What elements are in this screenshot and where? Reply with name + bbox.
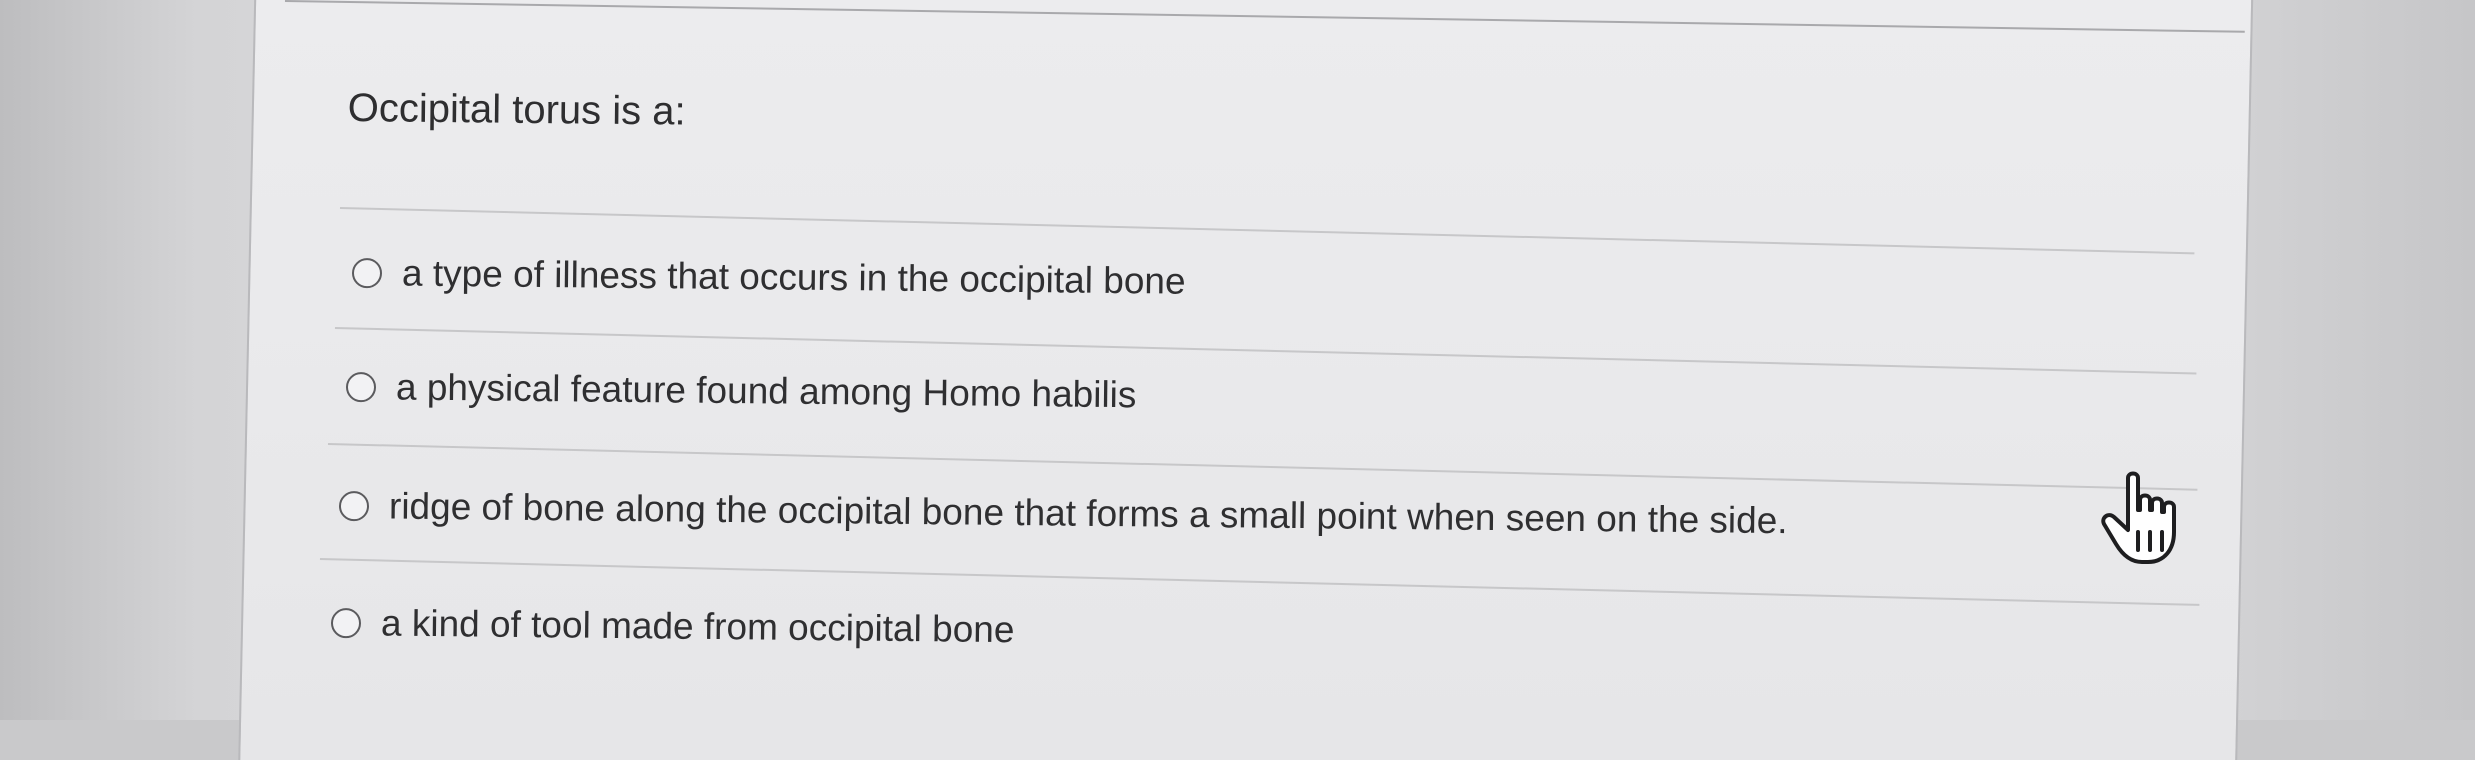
answer-option-label: a physical feature found among Homo habi… (395, 366, 1137, 416)
answer-option-2[interactable]: a physical feature found among Homo habi… (345, 366, 1137, 416)
answer-option-4[interactable]: a kind of tool made from occipital bone (330, 602, 1015, 651)
hand-pointer-icon (2101, 471, 2176, 564)
question-text: Occipital torus is a: (347, 86, 686, 134)
answer-option-1[interactable]: a type of illness that occurs in the occ… (351, 252, 1186, 303)
radio-unselected-icon[interactable] (338, 491, 370, 522)
radio-unselected-icon[interactable] (345, 372, 377, 403)
answer-option-label: a kind of tool made from occipital bone (380, 602, 1015, 651)
radio-unselected-icon[interactable] (330, 608, 362, 639)
answer-option-label: a type of illness that occurs in the occ… (401, 252, 1186, 302)
radio-unselected-icon[interactable] (351, 258, 383, 289)
